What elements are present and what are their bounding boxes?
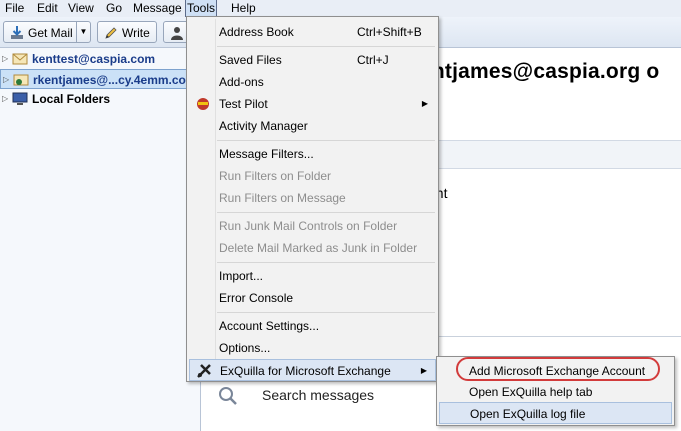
menu-separator (217, 212, 435, 213)
menu-item-label: Run Filters on Folder (219, 169, 332, 183)
menu-item-account-settings[interactable]: Account Settings... (189, 315, 436, 337)
menu-item-address-book[interactable]: Address Book Ctrl+Shift+B (189, 21, 436, 43)
write-label: Write (122, 26, 150, 40)
expand-arrow-icon[interactable]: ▷ (2, 49, 8, 69)
chevron-down-icon[interactable]: ▼ (76, 22, 90, 42)
menu-item-delete-junk[interactable]: Delete Mail Marked as Junk in Folder (189, 237, 436, 259)
tools-menu: Address Book Ctrl+Shift+B Saved Files Ct… (186, 16, 439, 382)
menu-item-test-pilot[interactable]: Test Pilot ▶ (189, 93, 436, 115)
pencil-icon (105, 27, 117, 39)
folder-account-rkentjames[interactable]: ▷ rkentjames@...cy.4emm.co (0, 69, 199, 89)
submenu-arrow-icon: ▶ (420, 366, 427, 375)
shortcut-label: Ctrl+J (357, 53, 389, 67)
menu-item-label: Error Console (219, 291, 294, 305)
menu-item-label: Delete Mail Marked as Junk in Folder (219, 241, 418, 255)
search-icon (219, 387, 237, 405)
folder-label: rkentjames@...cy.4emm.co (33, 73, 186, 87)
menu-separator (217, 262, 435, 263)
menu-item-label: Address Book (219, 25, 294, 39)
menu-go[interactable]: Go (105, 0, 123, 16)
menu-item-run-filters-message[interactable]: Run Filters on Message (189, 187, 436, 209)
menu-tools[interactable]: Tools (185, 0, 218, 17)
menubar: File Edit View Go Message Tools Help (0, 0, 681, 17)
menu-item-label: Saved Files (219, 53, 282, 67)
menu-help[interactable]: Help (230, 0, 257, 16)
menu-message[interactable]: Message (132, 0, 183, 16)
shortcut-label: Ctrl+Shift+B (357, 25, 422, 39)
computer-icon (12, 92, 28, 105)
menu-item-add-ons[interactable]: Add-ons (189, 71, 436, 93)
menu-item-label: Open ExQuilla log file (470, 407, 586, 421)
get-mail-button[interactable]: Get Mail ▼ (3, 21, 91, 43)
folder-label: Local Folders (32, 92, 111, 106)
menu-item-run-junk-controls[interactable]: Run Junk Mail Controls on Folder (189, 215, 436, 237)
menu-item-message-filters[interactable]: Message Filters... (189, 143, 436, 165)
menu-item-activity-manager[interactable]: Activity Manager (189, 115, 436, 137)
menu-edit[interactable]: Edit (36, 0, 59, 16)
contact-icon (171, 27, 183, 40)
menu-file[interactable]: File (4, 0, 25, 16)
menu-item-label: Run Filters on Message (219, 191, 346, 205)
folder-local-folders[interactable]: ▷ Local Folders (0, 89, 199, 109)
menu-item-label: Test Pilot (219, 97, 268, 111)
folder-pane: ▷ kenttest@caspia.com ▷ rkentjames@...cy… (0, 48, 201, 431)
inbox-envelope-icon (12, 53, 28, 65)
folder-label: kenttest@caspia.com (32, 52, 156, 66)
submenu-arrow-icon: ▶ (421, 99, 428, 108)
menu-item-label: Account Settings... (219, 319, 320, 333)
menu-separator (217, 46, 435, 47)
annotation-red-circle (456, 357, 660, 381)
menu-item-run-filters-folder[interactable]: Run Filters on Folder (189, 165, 436, 187)
menu-view[interactable]: View (67, 0, 95, 16)
menu-item-open-log-file[interactable]: Open ExQuilla log file (439, 402, 672, 424)
menu-item-label: Import... (219, 269, 264, 283)
menu-item-error-console[interactable]: Error Console (189, 287, 436, 309)
test-pilot-icon (197, 98, 209, 110)
expand-arrow-icon[interactable]: ▷ (2, 89, 8, 109)
write-button[interactable]: Write (97, 21, 157, 43)
menu-item-exquilla[interactable]: ExQuilla for Microsoft Exchange ▶ (189, 359, 436, 381)
menu-item-label: Add-ons (219, 75, 264, 89)
menu-item-saved-files[interactable]: Saved Files Ctrl+J (189, 49, 436, 71)
menu-item-label: Activity Manager (219, 119, 308, 133)
menu-item-label: Open ExQuilla help tab (469, 385, 593, 399)
folder-account-kenttest[interactable]: ▷ kenttest@caspia.com (0, 49, 199, 69)
menu-item-label: Options... (219, 341, 271, 355)
menu-item-label: Run Junk Mail Controls on Folder (219, 219, 398, 233)
download-icon (11, 26, 23, 39)
exchange-account-icon (13, 74, 29, 86)
menu-item-label: ExQuilla for Microsoft Exchange (220, 364, 391, 378)
menu-separator (217, 312, 435, 313)
menu-item-import[interactable]: Import... (189, 265, 436, 287)
account-heading: entjames@caspia.org o (420, 60, 660, 83)
menu-item-open-help-tab[interactable]: Open ExQuilla help tab (439, 381, 672, 403)
search-messages-link[interactable]: Search messages (262, 387, 374, 403)
expand-arrow-icon[interactable]: ▷ (3, 70, 9, 90)
get-mail-label: Get Mail (28, 26, 73, 40)
menu-item-label: Message Filters... (219, 147, 314, 161)
menu-separator (217, 140, 435, 141)
menu-item-options[interactable]: Options... (189, 337, 436, 359)
exquilla-icon (197, 364, 211, 378)
